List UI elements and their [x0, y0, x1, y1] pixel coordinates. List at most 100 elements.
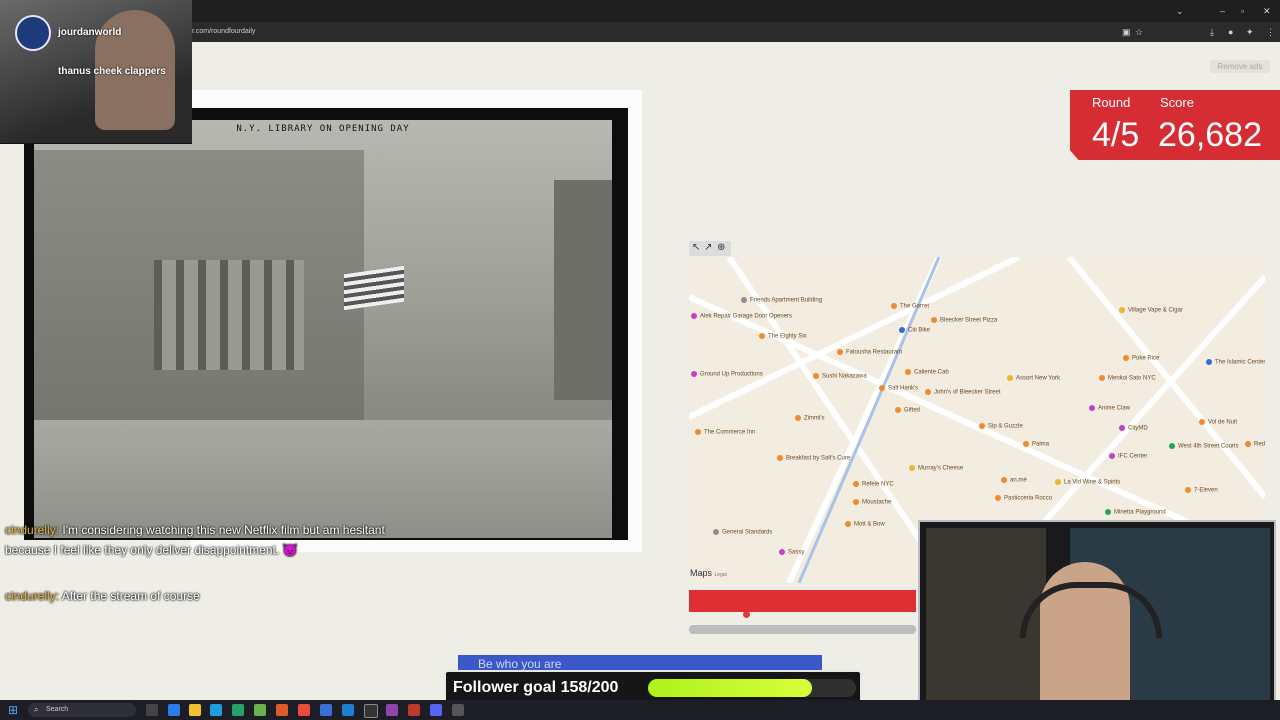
map-poi[interactable]: Anime Claw [1089, 405, 1130, 413]
discord-icon[interactable] [430, 704, 442, 716]
app-icon[interactable] [320, 704, 332, 716]
expand-icon[interactable]: ↗ [704, 242, 712, 253]
map-poi[interactable]: Vol de Nuit [1199, 419, 1237, 427]
map-poi[interactable]: Red Ba [1245, 441, 1265, 449]
map-poi[interactable]: Poke Rice [1123, 355, 1159, 363]
poi-marker-icon [1199, 419, 1205, 425]
poi-marker-icon [779, 549, 785, 555]
map-poi[interactable]: Ground Up Productions [691, 371, 763, 379]
map-poi[interactable]: an.mé [1001, 477, 1027, 485]
map-poi[interactable]: 7-Eleven [1185, 487, 1218, 495]
poi-label: General Standards [722, 529, 773, 536]
minimize-button[interactable]: – [1220, 5, 1225, 17]
file-explorer-icon[interactable] [189, 704, 201, 716]
map-poi[interactable]: La Vid Wine & Spirits [1055, 479, 1120, 487]
poi-label: Moustache [862, 499, 892, 506]
edge-icon[interactable] [168, 704, 180, 716]
map-poi[interactable]: General Standards [713, 529, 772, 537]
app-icon[interactable] [342, 704, 354, 716]
map-poi[interactable]: Moustache [853, 499, 891, 507]
extensions-puzzle-icon[interactable]: ✦ [1246, 26, 1254, 38]
map-poi[interactable]: West 4th Street Courts [1169, 443, 1239, 451]
round-label: Round [1092, 95, 1131, 110]
poi-label: The Garret [900, 303, 930, 310]
map-poi[interactable]: Palma [1023, 441, 1049, 449]
poi-label: Breakfast by Salt's Cure [786, 455, 851, 462]
map-poi[interactable]: Murray's Cheese [909, 465, 963, 473]
poi-marker-icon [895, 407, 901, 413]
map-poi[interactable]: Alek Repair Garage Door Openers [691, 313, 792, 321]
browser-icon[interactable] [210, 704, 222, 716]
app-icon[interactable] [386, 704, 398, 716]
slider-handle[interactable] [742, 611, 750, 618]
poi-marker-icon [909, 465, 915, 471]
extension-icon[interactable]: ▣ [1122, 26, 1131, 38]
taskbar: ⊞ ⌕ Search [0, 700, 1280, 720]
follower-goal-label: Follower goal 158/200 [453, 679, 619, 696]
map-poi[interactable]: The Garret [891, 303, 929, 311]
windows-start-icon[interactable]: ⊞ [8, 703, 22, 717]
poi-marker-icon [713, 529, 719, 535]
map-poi[interactable]: The Commerce Inn [695, 429, 755, 437]
app-icon[interactable] [452, 704, 464, 716]
maximize-button[interactable]: ▫ [1241, 5, 1244, 17]
cam-username: jourdanworld [58, 27, 122, 38]
poi-marker-icon [1023, 441, 1029, 447]
poi-label: Alek Repair Garage Door Openers [700, 313, 793, 320]
poi-marker-icon [905, 369, 911, 375]
map-poi[interactable]: The Eighty Six [759, 333, 807, 341]
poi-label: The Commerce Inn [704, 429, 756, 436]
terminal-icon[interactable] [364, 704, 378, 718]
poi-marker-icon [741, 297, 747, 303]
poi-label: Bleecker Street Pizza [940, 317, 998, 324]
download-icon[interactable]: ⤓ [1210, 26, 1214, 38]
bookmark-star-icon[interactable]: ☆ [1135, 26, 1143, 38]
taskbar-search[interactable]: ⌕ Search [28, 703, 136, 717]
map-poi[interactable]: Mott & Bow [845, 521, 885, 529]
map-poi[interactable]: Gifted [895, 407, 920, 415]
poi-marker-icon [979, 423, 985, 429]
map-poi[interactable]: Friends Apartment Building [741, 297, 822, 305]
map-poi[interactable]: Minetta Playground [1105, 509, 1166, 517]
map-poi[interactable]: Zimmi's [795, 415, 824, 423]
app-icon[interactable] [232, 704, 244, 716]
xbox-icon[interactable] [254, 704, 266, 716]
poi-label: Fatousha Restaurant [846, 349, 903, 356]
pin-icon[interactable]: ⊕ [717, 242, 725, 253]
map-poi[interactable]: Sip & Guzzle [979, 423, 1023, 431]
map-poi[interactable]: Fatousha Restaurant [837, 349, 902, 357]
map-poi[interactable]: Bleecker Street Pizza [931, 317, 997, 325]
map-size-controls[interactable]: ↖ ↗ ⊕ [689, 241, 731, 256]
profile-icon[interactable]: ● [1228, 26, 1233, 38]
map-poi[interactable]: Caliente Cab [905, 369, 949, 377]
chevron-down-icon[interactable]: ⌄ [1176, 5, 1184, 17]
task-view-icon[interactable] [146, 704, 158, 716]
remove-ads-button[interactable]: Remove ads [1210, 60, 1270, 73]
map-poi[interactable]: Refele NYC [853, 481, 894, 489]
map-poi[interactable]: The Islamic Center at New York Universit… [1206, 359, 1265, 367]
round-value: 4/5 [1092, 116, 1140, 154]
legal-link[interactable]: Legal [715, 572, 727, 578]
close-button[interactable]: ✕ [1263, 5, 1271, 17]
brave-icon[interactable] [298, 704, 310, 716]
url-text[interactable]: r.com/roundfourdaily [192, 26, 255, 38]
poi-label: Anime Claw [1098, 405, 1131, 412]
shrink-icon[interactable]: ↖ [692, 242, 700, 253]
guess-button[interactable] [689, 590, 916, 612]
menu-icon[interactable]: ⋮ [1266, 26, 1275, 38]
firefox-icon[interactable] [276, 704, 288, 716]
app-icon[interactable] [408, 704, 420, 716]
map-poi[interactable]: Assort New York [1007, 375, 1060, 383]
map-poi[interactable]: CityMD [1119, 425, 1148, 433]
map-size-slider[interactable] [689, 625, 916, 634]
map-poi[interactable]: Sassy [779, 549, 804, 557]
map-poi[interactable]: IFC Center [1109, 453, 1147, 461]
map-poi[interactable]: Sushi Nakazawa [813, 373, 867, 381]
map-poi[interactable]: Village Vape & Cigar [1119, 307, 1183, 315]
map-poi[interactable]: Menkoi Sato NYC [1099, 375, 1156, 383]
map-poi[interactable]: Salt Hank's [879, 385, 918, 393]
map-poi[interactable]: John's of Bleecker Street [925, 389, 1001, 397]
map-poi[interactable]: Pasticceria Rocco [995, 495, 1052, 503]
map-poi[interactable]: Breakfast by Salt's Cure [777, 455, 850, 463]
map-poi[interactable]: Citi Bike [899, 327, 930, 335]
